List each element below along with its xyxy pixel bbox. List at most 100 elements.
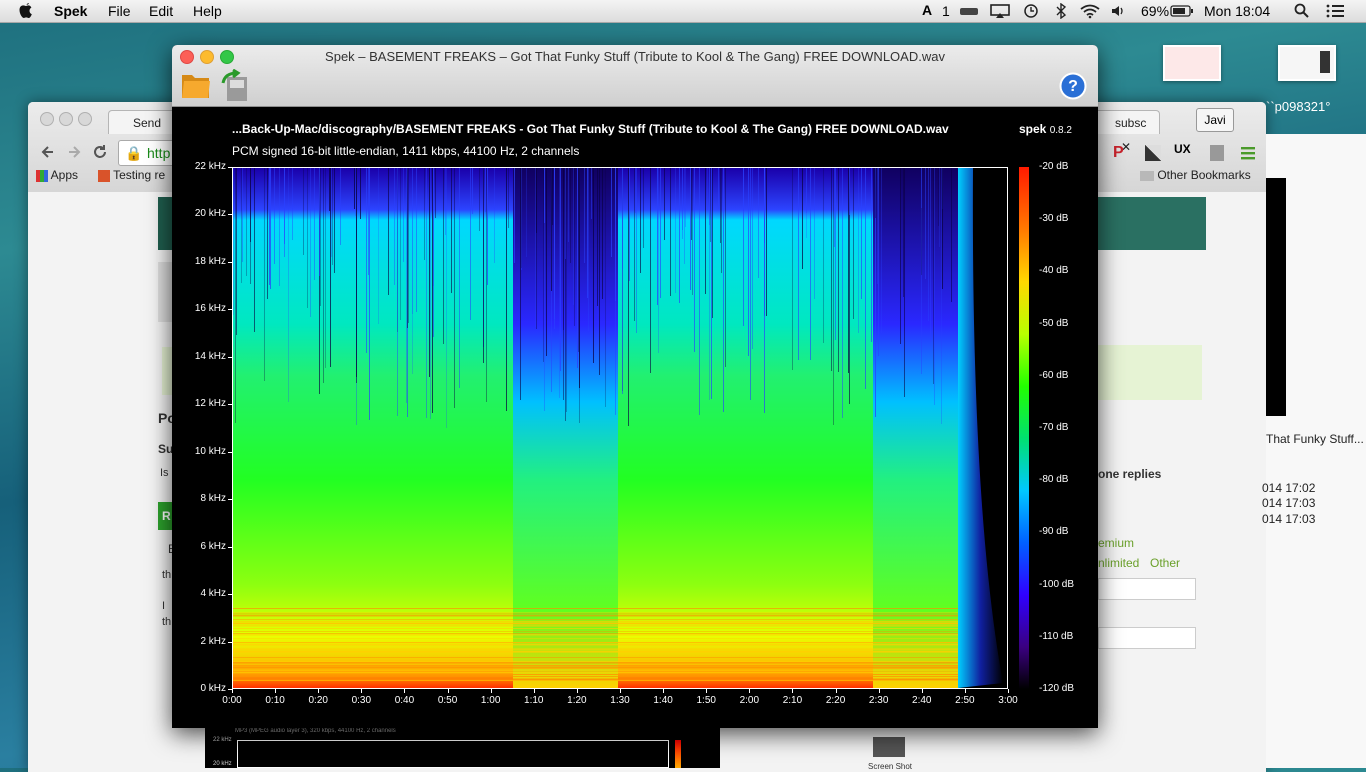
clock[interactable]: Mon 18:04 [1204,3,1270,19]
spectrum-band [233,663,958,664]
volume-icon[interactable] [1110,3,1126,19]
menu-edit[interactable]: Edit [149,3,173,19]
spectrum-streak [858,168,859,333]
time-tick-label: 2:30 [868,695,889,706]
spek-version: 0.8.2 [1049,125,1072,136]
spectrum-streak [611,168,612,257]
time-machine-icon[interactable] [1022,3,1040,19]
spectrum-streak [483,168,484,363]
browser-minimize-button[interactable] [59,112,73,126]
spectrum-streak [451,168,452,293]
spectrum-streak [486,168,487,402]
spectrum-streak [514,168,515,263]
spectrum-streak [658,168,659,353]
pinterest-icon[interactable]: P [1113,144,1124,162]
back-icon[interactable] [40,144,56,160]
spectrum-streak [930,168,931,342]
spectrum-streak [758,168,759,278]
battery-icon[interactable] [1170,3,1194,19]
spectrum-streak [288,168,289,402]
spectrum-streak [535,168,536,327]
extension-icon[interactable] [1145,145,1161,161]
bookmark-apps[interactable]: Apps [36,168,78,182]
desktop-screenshot-thumb-1[interactable] [1163,45,1221,81]
spectrum-streak [332,168,333,265]
plan-other-link[interactable]: Other [1150,556,1180,570]
help-icon[interactable]: ? [1059,72,1087,100]
spectrum-streak [865,168,866,389]
plan-premium-link[interactable]: emium [1098,536,1134,550]
spectrum-streak [579,168,580,388]
page-input-2[interactable] [1098,627,1196,649]
menu-icon[interactable] [1241,146,1255,160]
spek-titlebar[interactable]: Spek – BASEMENT FREAKS – Got That Funky … [172,45,1098,107]
airplay-icon[interactable] [990,3,1010,19]
spectrum-band [233,662,958,663]
time-tick-label: 1:30 [610,695,630,706]
time-tick [749,689,751,693]
time-tick-label: 2:50 [955,695,975,706]
forward-icon[interactable] [66,144,82,160]
spectrum-streak [334,168,335,273]
adobe-icon[interactable]: A [922,2,932,18]
spectrum-streak [426,168,427,418]
profile-button[interactable]: Javi [1196,108,1234,132]
address-bar[interactable]: 🔒 http [118,140,178,166]
db-tick-label: -40 dB [1039,265,1069,277]
desktop-screenshot-thumb-2[interactable] [1278,45,1336,81]
extension-icon-2[interactable] [1210,145,1224,161]
apple-icon[interactable] [18,1,34,20]
open-file-icon[interactable] [180,69,212,101]
spotlight-icon[interactable] [1294,3,1310,19]
menu-file[interactable]: File [108,3,131,19]
browser-tab-subsc[interactable]: subsc ✕ [1090,110,1160,154]
save-icon[interactable] [219,69,251,103]
menu-app-name[interactable]: Spek [54,3,87,19]
spectrum-band [233,652,958,653]
bookmark-other[interactable]: Other Bookmarks [1140,168,1251,182]
spectrum-streak [264,168,265,381]
spectrum-streak [566,168,567,412]
spectrum-streak [881,168,882,333]
notification-center-icon[interactable] [1325,3,1345,19]
spectrum-streak [246,168,247,276]
spectrum-streak [694,168,695,352]
freq-tick [228,451,232,453]
wifi-icon[interactable] [1079,3,1101,19]
spectrum-streak [424,168,425,260]
plan-unlimited-link[interactable]: nlimited [1098,556,1139,570]
bluetooth-icon[interactable] [1055,3,1067,19]
spectrum-streak [470,168,471,320]
spectrum-streak [551,168,552,291]
spectrum-streak [369,168,370,420]
spectrum-streak [806,168,807,213]
db-tick-label: -70 dB [1039,422,1069,433]
spectrum-band [233,638,958,639]
freq-tick-label: 18 kHz [194,255,226,267]
browser-zoom-button[interactable] [78,112,92,126]
spectrum-streak [403,168,404,262]
time-tick [620,689,621,693]
page-input-1[interactable] [1098,578,1196,600]
spectrum-band [233,674,958,675]
spectrum-streak [690,168,691,290]
sidebar-time: 014 17:03 [1262,496,1316,510]
browser-tab-label: Send [133,116,162,130]
spectrum-streak [622,168,623,394]
reload-icon[interactable] [92,144,108,160]
folder-bookmark-icon [1140,170,1154,181]
bookmark-testing[interactable]: Testing re [98,168,165,182]
spectrum-band [233,631,958,632]
drive-icon[interactable] [958,3,980,19]
menu-help[interactable]: Help [193,3,222,19]
db-tick-label: -90 dB [1039,526,1069,538]
page-text: I [162,600,166,612]
spectrum-streak [814,168,815,299]
spectrum-band [233,633,958,634]
spectrum-streak [679,168,680,303]
browser-close-button[interactable] [40,112,54,126]
spectrum-band [233,621,958,622]
spectrum-streak [640,168,641,273]
spectrum-streak [267,168,268,299]
ux-icon[interactable]: UX [1174,142,1191,156]
